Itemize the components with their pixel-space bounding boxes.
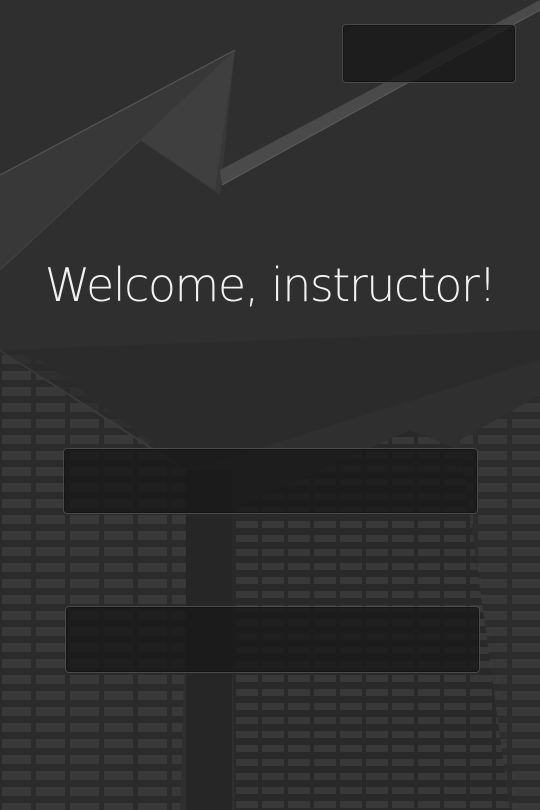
secondary-input-field[interactable] [65,606,480,673]
primary-input-field[interactable] [63,448,478,514]
welcome-title: Welcome, instructor! [44,258,497,312]
top-right-button[interactable] [342,24,516,83]
building-facade-image [0,0,540,810]
welcome-screen: Welcome, instructor! [0,0,540,810]
